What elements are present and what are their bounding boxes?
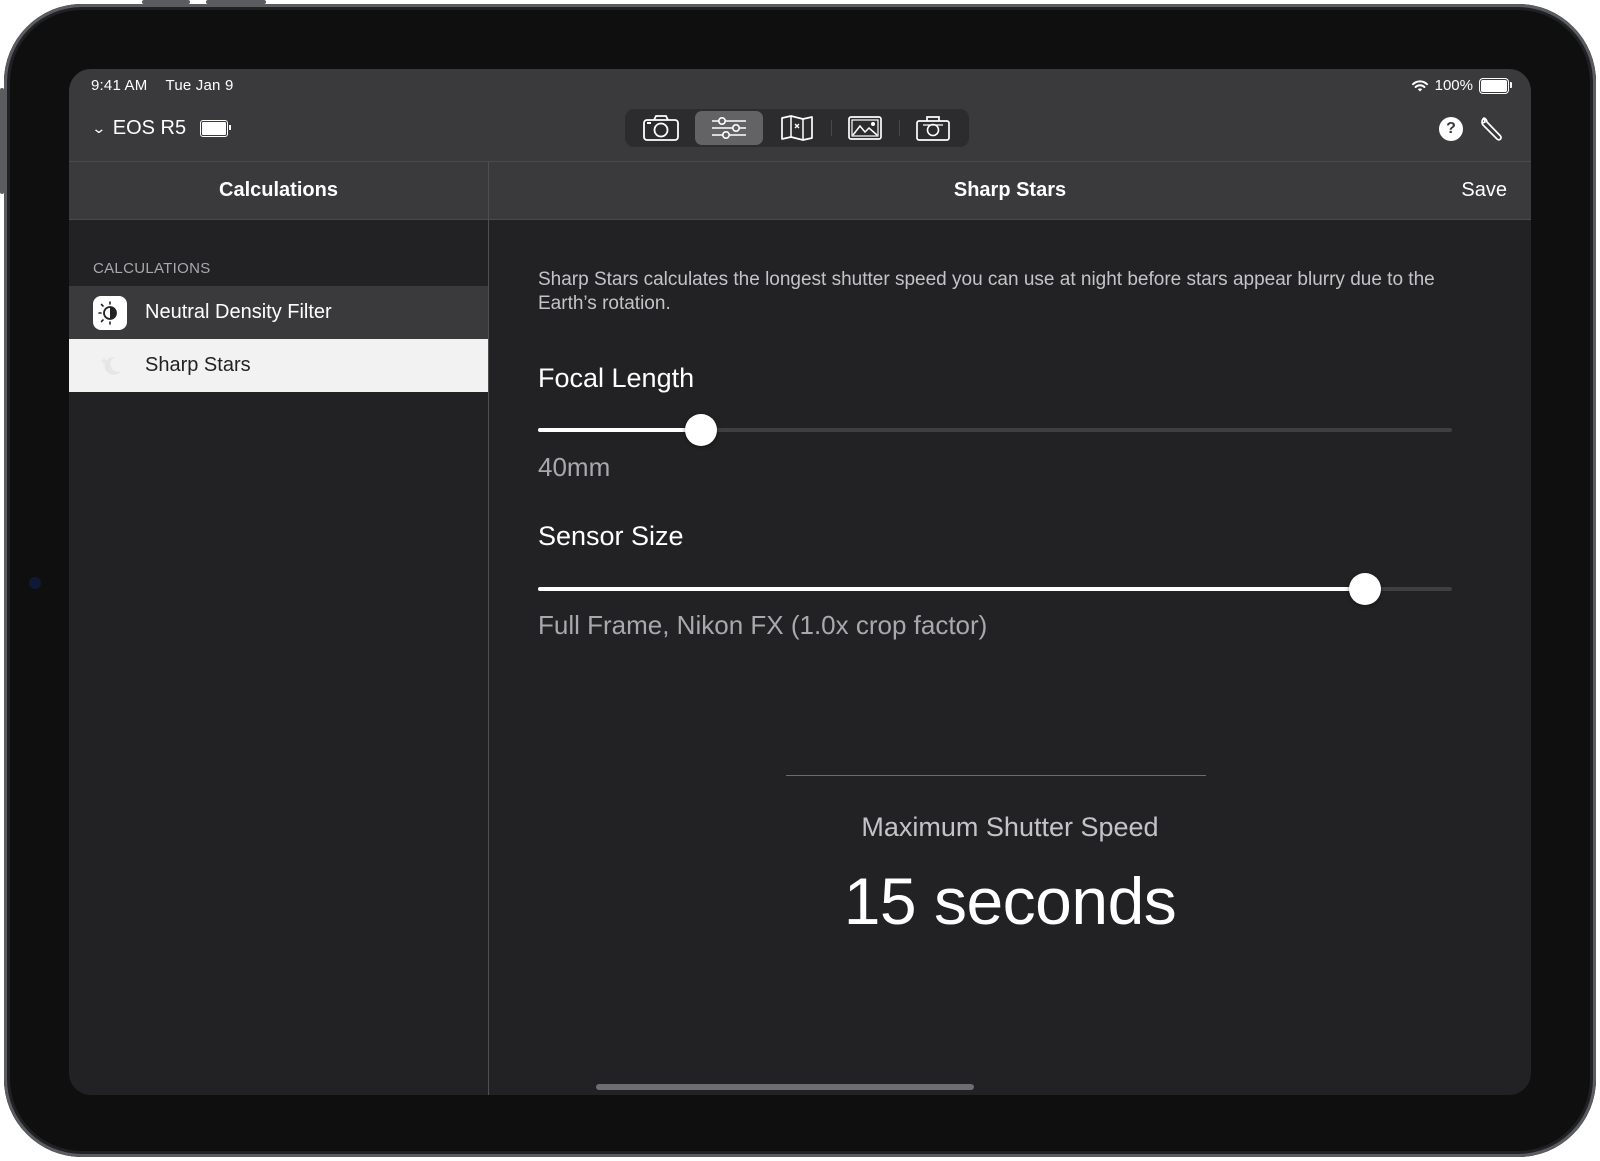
top-actions: ? xyxy=(1439,115,1507,143)
wifi-icon xyxy=(1411,79,1428,91)
camera-icon xyxy=(643,115,679,141)
map-icon xyxy=(781,115,813,141)
sensor-size-slider[interactable] xyxy=(538,571,1452,607)
result-label: Maximum Shutter Speed xyxy=(861,812,1159,842)
sidebar-title: Calculations xyxy=(219,179,338,201)
front-camera xyxy=(31,579,39,587)
sliders-icon xyxy=(712,116,746,139)
tab-gear[interactable] xyxy=(899,111,967,145)
camera-bag-icon xyxy=(916,116,950,141)
wrench-icon[interactable] xyxy=(1479,115,1507,143)
sidebar-header: Calculations xyxy=(69,161,488,220)
status-indicators: 100% xyxy=(1411,77,1512,94)
tab-camera[interactable] xyxy=(627,111,695,145)
sidebar-item-label: Sharp Stars xyxy=(145,354,251,376)
top-button-right xyxy=(206,0,266,4)
sidebar-item-label: Neutral Density Filter xyxy=(145,301,332,323)
description: Sharp Stars calculates the longest shutt… xyxy=(538,269,1435,314)
camera-selector[interactable]: ⌄ EOS R5 xyxy=(91,117,232,140)
slider-fill xyxy=(538,428,701,432)
top-bar: 9:41 AM Tue Jan 9 100% ⌄ EOS R5 ? xyxy=(69,69,1531,161)
screen: 9:41 AM Tue Jan 9 100% ⌄ EOS R5 ? Calcul… xyxy=(69,69,1531,1095)
section-switcher xyxy=(625,109,969,147)
detail-pane: Sharp Stars calculates the longest shutt… xyxy=(489,220,1531,1095)
status-clock: 9:41 AM xyxy=(91,77,148,94)
battery-percent: 100% xyxy=(1434,77,1473,94)
tab-photos[interactable] xyxy=(831,111,899,145)
nd-filter-icon xyxy=(93,295,127,330)
focal-length-slider[interactable] xyxy=(538,412,1452,448)
home-indicator xyxy=(596,1084,974,1090)
detail-header: Sharp Stars Save xyxy=(489,161,1531,220)
sensor-size-value: Full Frame, Nikon FX (1.0x crop factor) xyxy=(538,610,988,640)
sidebar-item-sharp-stars[interactable]: Sharp Stars xyxy=(69,339,488,392)
focal-length-value: 40mm xyxy=(538,452,611,482)
slider-fill xyxy=(538,587,1366,591)
tab-calculations[interactable] xyxy=(695,111,763,145)
result-divider xyxy=(786,775,1206,776)
page-title: Sharp Stars xyxy=(953,179,1067,201)
side-button xyxy=(0,88,4,194)
photos-icon xyxy=(848,116,882,140)
sidebar: CALCULATIONS Neutral Density Filter Shar… xyxy=(69,220,488,1095)
slider-thumb[interactable] xyxy=(1349,573,1382,605)
chevron-down-icon: ⌄ xyxy=(91,120,107,136)
sharp-stars-icon xyxy=(93,349,127,383)
result-value: 15 seconds xyxy=(843,864,1177,938)
tab-map[interactable] xyxy=(763,111,831,145)
sidebar-item-neutral-density-filter[interactable]: Neutral Density Filter xyxy=(69,286,488,339)
slider-thumb[interactable] xyxy=(684,414,717,446)
section-header: CALCULATIONS xyxy=(93,260,211,277)
top-button-left xyxy=(142,0,190,4)
focal-length-title: Focal Length xyxy=(538,363,695,393)
sensor-size-title: Sensor Size xyxy=(538,521,684,551)
camera-name: EOS R5 xyxy=(112,117,187,139)
save-button[interactable]: Save xyxy=(1461,179,1507,202)
battery-icon xyxy=(1479,77,1512,94)
status-date: Tue Jan 9 xyxy=(165,77,234,94)
camera-battery-icon xyxy=(200,120,232,137)
status-time: 9:41 AM Tue Jan 9 xyxy=(91,77,248,94)
help-icon[interactable]: ? xyxy=(1439,117,1463,141)
